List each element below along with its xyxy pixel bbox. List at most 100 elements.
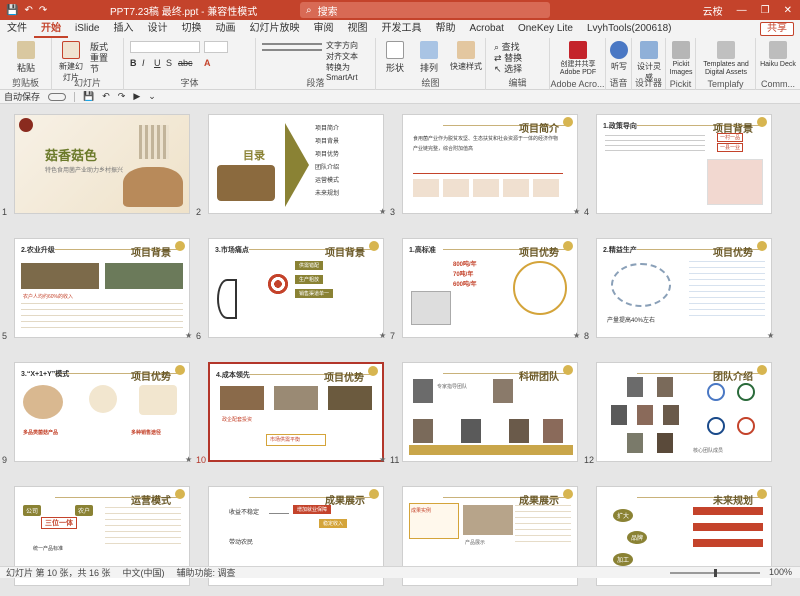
save-icon[interactable]: 💾 xyxy=(6,5,18,16)
slide-thumbnail[interactable]: 项目优势 3.“X+1+Y”模式 多品类菌菇产品 多种销售途径 9 ★ xyxy=(0,352,192,472)
tab-design[interactable]: 设计 xyxy=(140,20,174,38)
restore-button[interactable]: ❐ xyxy=(761,5,770,16)
tab-acrobat[interactable]: Acrobat xyxy=(462,20,510,38)
undo-icon[interactable]: ↶ xyxy=(102,91,110,102)
slide-thumbnail[interactable]: 目录 项目简介 项目背景 项目优势 团队介绍 运营模式 未来规划 2 ★ xyxy=(194,104,386,224)
share-button[interactable]: 共享 xyxy=(760,22,794,36)
font-family-select[interactable] xyxy=(130,41,200,53)
section-heading: 4.成本领先 xyxy=(216,372,250,379)
redo-icon[interactable]: ↷ xyxy=(39,5,47,16)
font-color-button[interactable]: A xyxy=(204,58,211,68)
shapes-button[interactable]: 形状 xyxy=(380,41,410,74)
user-name[interactable]: 云桉 xyxy=(703,3,723,18)
bullets-icon[interactable] xyxy=(262,43,322,51)
timeline-line xyxy=(413,173,563,174)
save-icon[interactable]: 💾 xyxy=(83,91,94,102)
pickit-button[interactable]: Pickit Images xyxy=(667,41,695,77)
haiku-deck-button[interactable]: Haiku Deck xyxy=(758,41,798,69)
more-icon[interactable]: ⌄ xyxy=(148,91,156,102)
zoom-slider-knob[interactable] xyxy=(714,569,717,577)
slide-thumbnail[interactable]: 菇香菇色 特色食用菌产业助力乡村振兴 1 xyxy=(0,104,190,224)
slide-number: 2 xyxy=(196,207,202,217)
strikethrough-button[interactable]: abc xyxy=(178,58,193,68)
select-button[interactable]: ↖ 选择 xyxy=(494,62,522,75)
slide-10[interactable]: 项目优势 4.成本领先 政企配套投资 市场供需平衡 xyxy=(208,362,384,462)
tab-home[interactable]: 开始 xyxy=(34,20,68,38)
zoom-slider[interactable] xyxy=(670,569,760,577)
slide-number: 6 xyxy=(196,331,202,341)
result-card-text: 成果实例 xyxy=(411,508,432,514)
minimize-button[interactable]: — xyxy=(737,5,747,16)
slide-thumbnail[interactable]: 团队介绍 核心团队成员 12 xyxy=(582,352,772,472)
slide-1[interactable]: 菇香菇色 特色食用菌产业助力乡村振兴 xyxy=(14,114,190,214)
underline-button[interactable]: U xyxy=(154,58,161,68)
tab-animations[interactable]: 动画 xyxy=(208,20,242,38)
slide-9[interactable]: 项目优势 3.“X+1+Y”模式 多品类菌菇产品 多种销售途径 xyxy=(14,362,190,462)
italic-button[interactable]: I xyxy=(142,58,145,68)
tab-insert[interactable]: 插入 xyxy=(106,20,140,38)
slide-thumbnail[interactable]: 科研团队 专家指导团队 11 xyxy=(388,352,578,472)
slide-7[interactable]: 项目优势 1.高标准 800吨/年 70吨/年 600吨/年 xyxy=(402,238,578,338)
tab-review[interactable]: 审阅 xyxy=(306,20,340,38)
slide-thumbnail[interactable]: 项目优势 2.精益生产 产量提高40%左右 8 ★ xyxy=(582,228,774,348)
undo-icon[interactable]: ↶ xyxy=(24,5,32,16)
slide-11[interactable]: 科研团队 专家指导团队 xyxy=(402,362,578,462)
font-size-select[interactable] xyxy=(204,41,228,53)
pickit-label: Pickit Images xyxy=(669,61,693,76)
text-direction-button[interactable]: 文字方向 xyxy=(326,40,358,51)
close-button[interactable]: ✕ xyxy=(784,5,792,16)
redo-icon[interactable]: ↷ xyxy=(118,91,126,102)
slide-title: 项目简介 xyxy=(519,124,559,135)
paste-button[interactable]: 粘贴 xyxy=(6,41,46,74)
tab-lvyhtools[interactable]: LvyhTools(200618) xyxy=(580,20,679,38)
tab-transitions[interactable]: 切换 xyxy=(174,20,208,38)
templafy-button[interactable]: Templates and Digital Assets xyxy=(698,41,754,77)
shadow-button[interactable]: S xyxy=(166,58,172,68)
slide-12[interactable]: 团队介绍 核心团队成员 xyxy=(596,362,772,462)
toc-list: 项目简介 项目背景 项目优势 团队介绍 运营模式 未来规划 xyxy=(315,123,339,201)
slide-6[interactable]: 项目背景 3.市场痛点 供需错配 生产粗放 销售渠道单一 xyxy=(208,238,384,338)
slide-2[interactable]: 目录 项目简介 项目背景 项目优势 团队介绍 运营模式 未来规划 xyxy=(208,114,384,214)
present-icon[interactable]: ▶ xyxy=(133,91,140,102)
dictate-button[interactable]: 听写 xyxy=(608,41,630,72)
tab-slideshow[interactable]: 幻灯片放映 xyxy=(242,20,306,38)
align-text-button[interactable]: 对齐文本 xyxy=(326,51,358,62)
plan-node: 扩大 xyxy=(613,509,634,522)
slide-4[interactable]: 项目背景 1.政策导向 一村一品 一县一业 xyxy=(596,114,772,214)
tab-developer[interactable]: 开发工具 xyxy=(374,20,428,38)
slide-thumbnail[interactable]: 项目背景 3.市场痛点 供需错配 生产粗放 销售渠道单一 6 ★ xyxy=(194,228,386,348)
section-button[interactable]: 节 xyxy=(90,62,99,75)
create-pdf-button[interactable]: 创建并共享Adobe PDF xyxy=(552,41,604,77)
slide-thumbnail[interactable]: 项目背景 2.农业升级 农户人均约60%的收入 5 ★ xyxy=(0,228,192,348)
tab-onekey[interactable]: OneKey Lite xyxy=(511,20,580,38)
group-label: 语音 xyxy=(609,78,628,88)
slide-thumbnail[interactable]: 成果展示 成果实例 产品展示 xyxy=(388,476,578,596)
slide-number: 8 xyxy=(584,331,590,341)
slide-thumbnail[interactable]: 项目优势 4.成本领先 政企配套投资 市场供需平衡 10 ★ xyxy=(194,352,386,472)
autosave-toggle[interactable] xyxy=(48,92,67,101)
slide-5[interactable]: 项目背景 2.农业升级 农户人均约60%的收入 xyxy=(14,238,190,338)
member-photo xyxy=(413,419,433,443)
arrange-button[interactable]: 排列 xyxy=(414,41,444,74)
accessibility-status[interactable]: 辅助功能: 调查 xyxy=(177,566,236,579)
search-box[interactable]: ⌕ 搜索 xyxy=(300,2,550,18)
tab-help[interactable]: 帮助 xyxy=(428,20,462,38)
slide-8[interactable]: 项目优势 2.精益生产 产量提高40%左右 xyxy=(596,238,772,338)
tab-file[interactable]: 文件 xyxy=(0,20,34,38)
slide-thumbnail[interactable]: 未来规划 扩大 品牌 加工 xyxy=(582,476,772,596)
slide-thumbnail[interactable]: 项目简介 食用菌产业作为脱贫攻坚、生态扶贫和社会资源于一体的经济作物 产业链完整… xyxy=(388,104,580,224)
quick-styles-button[interactable]: 快速样式 xyxy=(448,41,484,72)
animation-star-icon: ★ xyxy=(185,455,193,464)
language-indicator[interactable]: 中文(中国) xyxy=(123,566,165,579)
bold-button[interactable]: B xyxy=(130,58,137,68)
slide-3[interactable]: 项目简介 食用菌产业作为脱贫攻坚、生态扶贫和社会资源于一体的经济作物 产业链完整… xyxy=(402,114,578,214)
zoom-level[interactable]: 100% xyxy=(769,567,792,577)
slide-thumbnail[interactable]: 项目优势 1.高标准 800吨/年 70吨/年 600吨/年 7 ★ xyxy=(388,228,580,348)
tab-view[interactable]: 视图 xyxy=(340,20,374,38)
slide-number: 10 xyxy=(196,455,207,465)
slide-thumbnail[interactable]: 项目背景 1.政策导向 一村一品 一县一业 4 xyxy=(582,104,772,224)
haiku-deck-icon xyxy=(769,41,787,59)
member-photo xyxy=(627,377,643,397)
tab-islide[interactable]: iSlide xyxy=(68,20,106,38)
group-label: 段落 xyxy=(306,78,325,88)
